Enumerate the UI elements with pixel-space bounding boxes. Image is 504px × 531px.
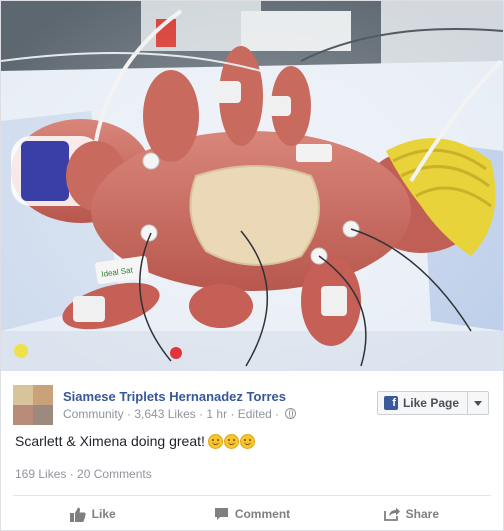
like-button-label: Like xyxy=(91,507,116,521)
post-comments-count[interactable]: 20 Comments xyxy=(77,467,152,481)
post-message-text: Scarlett & Ximena doing great! xyxy=(15,433,205,449)
post-meta: Community · 3,643 Likes · 1 hr · Edited … xyxy=(63,407,297,421)
comment-button-label: Comment xyxy=(234,507,291,521)
post-message: Scarlett & Ximena doing great! xyxy=(15,433,256,449)
comment-button[interactable]: Comment xyxy=(172,501,331,527)
like-page-main[interactable]: f Like Page xyxy=(378,392,467,414)
facebook-f-icon: f xyxy=(383,396,398,410)
facebook-post-card: Ideal Sat Siamese Triplets Hernanadez To… xyxy=(0,0,504,531)
nicu-photo-illustration: Ideal Sat xyxy=(1,1,503,371)
page-likes-count: 3,643 Likes xyxy=(134,407,196,421)
post-engagement-counts: 169 Likes · 20 Comments xyxy=(15,467,152,481)
thumbs-up-icon xyxy=(69,507,86,522)
post-header: Siamese Triplets Hernanadez Torres Commu… xyxy=(1,371,503,425)
comment-icon xyxy=(214,508,228,520)
page-name-link[interactable]: Siamese Triplets Hernanadez Torres xyxy=(63,389,286,404)
caret-down-icon xyxy=(474,400,482,406)
post-timestamp[interactable]: 1 hr xyxy=(206,407,227,421)
page-avatar[interactable] xyxy=(13,385,53,425)
share-button[interactable]: Share xyxy=(332,501,491,527)
smiley-icon xyxy=(207,433,223,449)
post-likes-count[interactable]: 169 Likes xyxy=(15,467,66,481)
actions-divider xyxy=(13,495,491,496)
post-photo[interactable]: Ideal Sat xyxy=(1,1,503,371)
smiley-icon xyxy=(223,433,239,449)
post-actions-bar: Like Comment Share xyxy=(13,501,491,527)
like-page-button[interactable]: f Like Page xyxy=(376,391,489,415)
like-page-dropdown[interactable] xyxy=(467,392,488,414)
edited-label[interactable]: Edited xyxy=(238,407,272,421)
emoji-group xyxy=(207,433,256,449)
smiley-icon xyxy=(239,433,255,449)
like-page-label: Like Page xyxy=(402,396,459,410)
share-button-label: Share xyxy=(405,507,439,521)
share-icon xyxy=(383,507,400,521)
page-category: Community xyxy=(63,407,124,421)
globe-icon xyxy=(285,408,297,419)
like-button[interactable]: Like xyxy=(13,501,172,527)
